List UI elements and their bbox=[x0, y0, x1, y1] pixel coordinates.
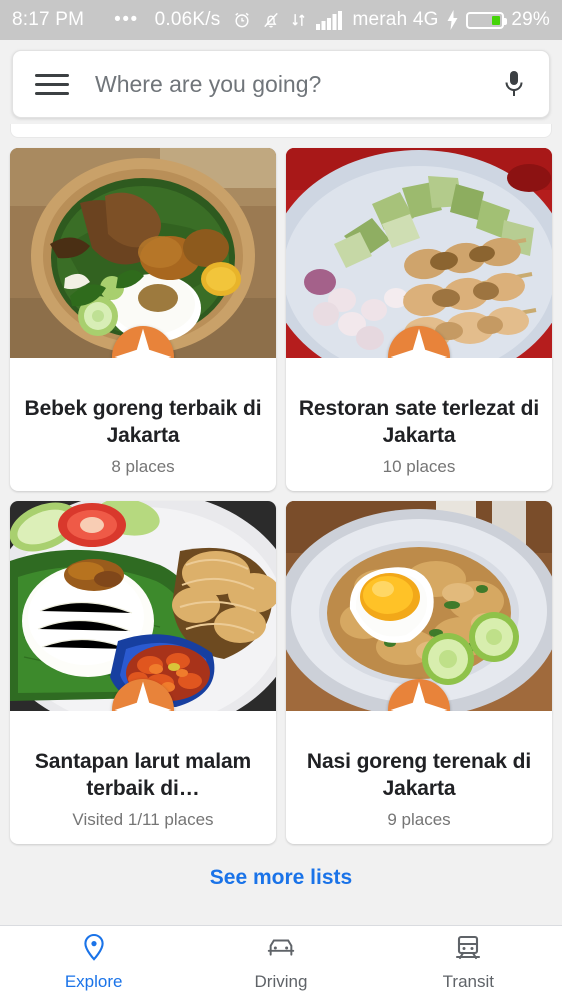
card-photo-santapan-larut-malam bbox=[10, 500, 276, 711]
list-card[interactable]: Restoran sate terlezat di Jakarta 10 pla… bbox=[286, 148, 552, 491]
nav-item-transit[interactable]: Transit bbox=[375, 933, 562, 992]
status-data-rate: 0.06K/s bbox=[154, 9, 221, 30]
nav-label-explore: Explore bbox=[64, 972, 123, 991]
hamburger-menu-icon[interactable] bbox=[35, 73, 69, 95]
card-title: Santapan larut malam terbaik di… bbox=[34, 749, 252, 800]
battery-percent-label: 29% bbox=[511, 9, 550, 30]
card-photo-bebek-goreng bbox=[10, 148, 276, 358]
card-text: Santapan larut malam terbaik di… Visited… bbox=[10, 711, 276, 830]
card-subtitle: 10 places bbox=[382, 456, 456, 476]
card-text: Restoran sate terlezat di Jakarta 10 pla… bbox=[286, 358, 552, 477]
maps-explore-screen: 8:17 PM ••• 0.06K/s merah 4G 29% Where a… bbox=[0, 0, 562, 999]
card-subtitle: 9 places bbox=[387, 809, 451, 829]
search-bar-container bbox=[0, 40, 562, 124]
see-more-lists-link[interactable]: See more lists bbox=[0, 866, 562, 890]
card-text: Bebek goreng terbaik di Jakarta 8 places bbox=[10, 358, 276, 477]
signal-bars-icon bbox=[316, 10, 343, 30]
list-card[interactable]: Nasi goreng terenak di Jakarta 9 places bbox=[286, 500, 552, 844]
card-photo-nasi-goreng bbox=[286, 500, 552, 711]
card-title: Nasi goreng terenak di Jakarta bbox=[306, 749, 532, 800]
bottom-navigation-bar: Explore Driving Transit bbox=[0, 925, 562, 999]
status-overflow-dots: ••• bbox=[114, 9, 139, 30]
battery-fill bbox=[491, 15, 501, 25]
location-pin-icon bbox=[81, 933, 107, 968]
status-bar: 8:17 PM ••• 0.06K/s merah 4G 29% bbox=[0, 0, 562, 40]
status-carrier: merah 4G bbox=[352, 9, 439, 30]
card-title: Restoran sate terlezat di Jakarta bbox=[298, 397, 540, 447]
card-subtitle: 8 places bbox=[111, 456, 175, 476]
nav-item-driving[interactable]: Driving bbox=[187, 933, 374, 992]
status-battery-group: 29% bbox=[446, 9, 550, 31]
sparkle-star-icon bbox=[112, 678, 174, 711]
sparkle-star-icon bbox=[388, 326, 450, 358]
car-icon bbox=[265, 933, 297, 968]
nav-item-explore[interactable]: Explore bbox=[0, 933, 187, 992]
bell-muted-icon bbox=[261, 10, 281, 30]
status-icon-group bbox=[232, 10, 343, 30]
list-card-grid: Bebek goreng terbaik di Jakarta 8 places bbox=[0, 138, 562, 844]
nav-label-driving: Driving bbox=[254, 972, 308, 991]
battery-icon bbox=[466, 11, 508, 29]
list-card[interactable]: Bebek goreng terbaik di Jakarta 8 places bbox=[10, 148, 276, 491]
list-card[interactable]: Santapan larut malam terbaik di… Visited… bbox=[10, 500, 276, 844]
sparkle-star-icon bbox=[112, 326, 174, 358]
card-title: Bebek goreng terbaik di Jakarta bbox=[24, 397, 262, 447]
sparkle-star-icon bbox=[388, 678, 450, 711]
search-bar[interactable] bbox=[12, 50, 550, 118]
partial-card-above bbox=[10, 124, 552, 138]
card-text: Nasi goreng terenak di Jakarta 9 places bbox=[286, 711, 552, 830]
alarm-icon bbox=[232, 10, 252, 30]
card-photo-restoran-sate bbox=[286, 148, 552, 358]
microphone-icon[interactable] bbox=[501, 68, 527, 100]
search-input[interactable] bbox=[95, 70, 501, 98]
charging-bolt-icon bbox=[446, 10, 459, 30]
card-subtitle: Visited 1/11 places bbox=[72, 809, 214, 829]
nav-label-transit: Transit bbox=[442, 972, 494, 991]
status-time: 8:17 PM bbox=[12, 9, 85, 30]
data-transfer-icon bbox=[290, 10, 307, 30]
train-icon bbox=[454, 933, 482, 968]
lists-scroll-area[interactable]: Bebek goreng terbaik di Jakarta 8 places bbox=[0, 124, 562, 954]
